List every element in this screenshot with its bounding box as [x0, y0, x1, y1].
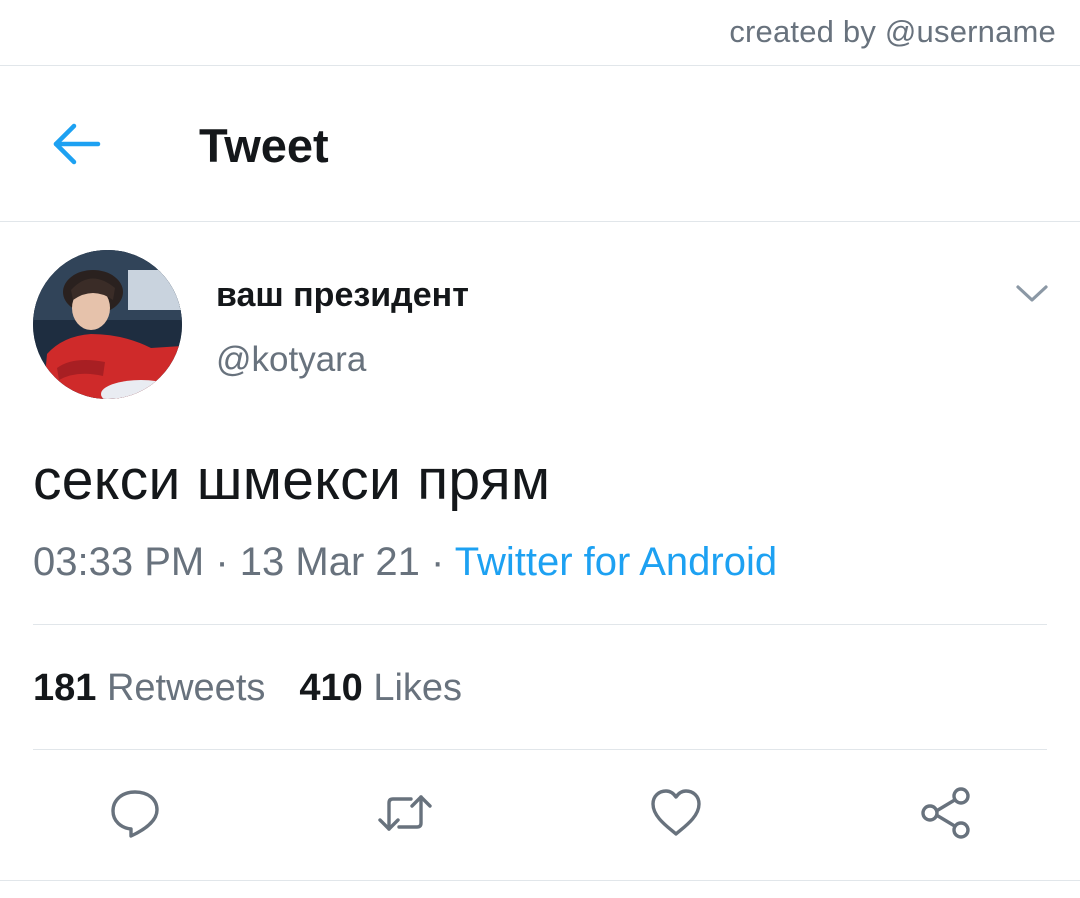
tweet-date: 13 Mar 21	[239, 540, 420, 584]
retweet-icon	[378, 795, 432, 831]
profile-photo-avatar	[33, 250, 182, 399]
tweet-menu-button[interactable]	[1014, 280, 1050, 306]
divider	[33, 749, 1047, 750]
divider	[0, 880, 1080, 881]
likes-label: Likes	[373, 667, 463, 709]
tweet-source-link[interactable]: Twitter for Android	[455, 540, 777, 584]
likes-stat[interactable]: 410 Likes	[299, 667, 462, 709]
author-display-name[interactable]: ваш президент	[216, 276, 469, 315]
tweet-time: 03:33 PM	[33, 540, 205, 584]
page-title: Tweet	[199, 119, 329, 172]
tweet-stats: 181 Retweets 410 Likes	[33, 667, 462, 710]
arrow-left-icon	[53, 123, 101, 165]
share-icon	[921, 787, 970, 839]
tweet-meta: 03:33 PM · 13 Mar 21 · Twitter for Andro…	[33, 540, 777, 585]
author-handle[interactable]: @kotyara	[216, 340, 366, 380]
heart-icon	[651, 789, 701, 836]
chevron-down-icon	[1016, 285, 1048, 302]
like-button[interactable]	[648, 785, 704, 841]
share-button[interactable]	[918, 785, 974, 841]
meta-separator: ·	[431, 540, 445, 584]
divider	[33, 624, 1047, 625]
header-bar: Tweet	[0, 66, 1080, 222]
credit-text: created by @username	[729, 14, 1056, 49]
retweets-count: 181	[33, 667, 97, 709]
avatar[interactable]	[33, 250, 182, 399]
meta-separator: ·	[215, 540, 229, 584]
credit-bar: created by @username	[0, 0, 1080, 66]
reply-icon	[111, 790, 159, 838]
retweets-stat[interactable]: 181 Retweets	[33, 667, 265, 709]
likes-count: 410	[299, 667, 363, 709]
back-button[interactable]	[50, 120, 104, 168]
retweets-label: Retweets	[106, 667, 266, 709]
reply-button[interactable]	[107, 785, 163, 841]
tweet-text: секси шмекси прям	[33, 448, 551, 512]
retweet-button[interactable]	[377, 785, 433, 841]
